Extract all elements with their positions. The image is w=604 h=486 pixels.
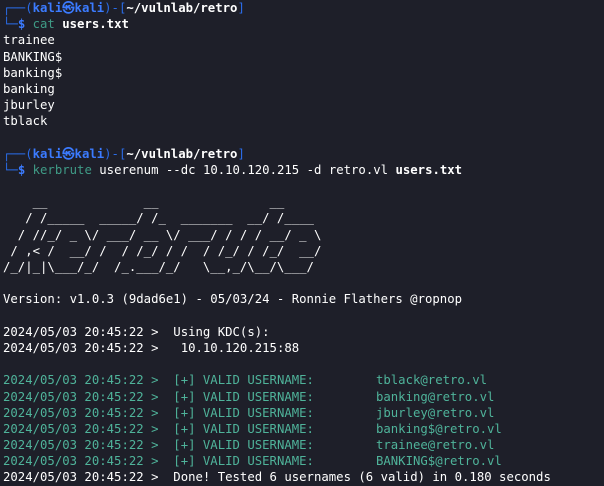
valid-username-line: 2024/05/03 20:45:22 > [+] VALID USERNAME…: [3, 389, 604, 405]
prompt-corner-bottom: └─: [3, 17, 18, 32]
command-arg: users.txt: [62, 17, 129, 32]
timestamp: 2024/05/03 20:45:22 >: [3, 373, 159, 388]
valid-label: [+] VALID USERNAME:: [158, 438, 314, 453]
output-line: trainee: [3, 33, 55, 48]
done-line: 2024/05/03 20:45:22 > Done! Tested 6 use…: [3, 469, 604, 485]
prompt-line-1: ┌──(kali㉿kali)-[~/vulnlab/retro]: [3, 0, 604, 16]
done-text: Done! Tested 6 usernames (6 valid) in 0.…: [158, 470, 551, 485]
valid-username-line: 2024/05/03 20:45:22 > [+] VALID USERNAME…: [3, 437, 604, 453]
prompt-bracket-close: ]: [237, 146, 245, 161]
valid-user: BANKING$@retro.vl: [375, 454, 502, 469]
prompt-corner-bottom: └─: [3, 162, 18, 177]
banner-line: /_/|_|\___/_/ /_.___/_/ \__,_/\__/\___/: [3, 260, 322, 274]
output-line: jburley: [3, 98, 55, 113]
valid-label: [+] VALID USERNAME:: [158, 373, 314, 388]
file-arg: users.txt: [395, 162, 463, 177]
prompt-corner-top: ┌──(: [3, 1, 33, 15]
terminal-window[interactable]: ┌──(kali㉿kali)-[~/vulnlab/retro] └─$ cat…: [0, 0, 604, 486]
prompt-corner-top: ┌──(: [3, 146, 33, 161]
command-line-1: └─$ cat users.txt: [3, 16, 604, 32]
output-line: tblack: [3, 114, 48, 129]
flag-d: -d: [306, 162, 322, 177]
timestamp: 2024/05/03 20:45:22 >: [3, 470, 159, 485]
output-line: banking: [3, 81, 55, 96]
domain-arg: retro.vl: [328, 162, 389, 177]
banner-line: / ,< / __/ / / /_/ / / / /_/ / /_/ __/: [3, 243, 322, 258]
timestamp: 2024/05/03 20:45:22 >: [3, 454, 159, 469]
valid-user: banking$@retro.vl: [375, 421, 502, 436]
command-name: kerbrute: [32, 162, 92, 177]
valid-label: [+] VALID USERNAME:: [158, 421, 314, 436]
valid-label: [+] VALID USERNAME:: [158, 405, 314, 420]
valid-label: [+] VALID USERNAME:: [158, 389, 314, 404]
kdc-text: Using KDC(s):: [158, 324, 270, 339]
timestamp: 2024/05/03 20:45:22 >: [3, 340, 159, 355]
prompt-dollar: $: [17, 17, 33, 32]
valid-username-line: 2024/05/03 20:45:22 > [+] VALID USERNAME…: [3, 421, 604, 437]
valid-user: jburley@retro.vl: [375, 405, 495, 420]
timestamp: 2024/05/03 20:45:22 >: [3, 324, 159, 339]
command-sub: userenum: [99, 162, 159, 177]
output-line: banking$: [3, 65, 63, 80]
timestamp: 2024/05/03 20:45:22 >: [3, 405, 159, 420]
prompt-line-2: ┌──(kali㉿kali)-[~/vulnlab/retro]: [3, 146, 604, 162]
valid-username-line: 2024/05/03 20:45:22 > [+] VALID USERNAME…: [3, 405, 604, 421]
banner-line: / /_____ _____/ /_ _______ __/ /____: [3, 211, 322, 226]
kdc-line: 2024/05/03 20:45:22 > Using KDC(s):: [3, 324, 604, 340]
prompt-path: ~/vulnlab/retro: [126, 1, 238, 15]
banner-line: __ __ __: [3, 195, 322, 210]
flag-dc: --dc: [165, 162, 196, 177]
version-line: Version: v1.0.3 (9dad6e1) - 05/03/24 - R…: [3, 292, 463, 307]
prompt-path: ~/vulnlab/retro: [126, 146, 238, 161]
prompt-user: kali㉿kali: [32, 146, 105, 161]
timestamp: 2024/05/03 20:45:22 >: [3, 438, 159, 453]
valid-user: tblack@retro.vl: [375, 373, 488, 388]
prompt-bracket: )-[: [104, 1, 127, 15]
valid-label: [+] VALID USERNAME:: [158, 454, 314, 469]
prompt-user: kali㉿kali: [32, 1, 105, 15]
valid-user: banking@retro.vl: [375, 389, 495, 404]
valid-username-line: 2024/05/03 20:45:22 > [+] VALID USERNAME…: [3, 453, 604, 469]
valid-username-line: 2024/05/03 20:45:22 > [+] VALID USERNAME…: [3, 372, 604, 388]
timestamp: 2024/05/03 20:45:22 >: [3, 389, 159, 404]
timestamp: 2024/05/03 20:45:22 >: [3, 421, 159, 436]
kdc-address: 10.10.120.215:88: [158, 340, 300, 355]
command-line-2: └─$ kerbrute userenum --dc 10.10.120.215…: [3, 162, 604, 178]
prompt-bracket-close: ]: [237, 1, 245, 15]
output-line: BANKING$: [3, 49, 63, 64]
command-name: cat: [32, 17, 55, 32]
kdc-line: 2024/05/03 20:45:22 > 10.10.120.215:88: [3, 340, 604, 356]
prompt-bracket: )-[: [104, 146, 127, 161]
prompt-dollar: $: [17, 162, 33, 177]
dc-ip: 10.10.120.215: [202, 162, 300, 177]
valid-user: trainee@retro.vl: [375, 438, 495, 453]
banner-line: / //_/ _ \/ ___/ __ \/ ___/ / / / __/ _ …: [3, 227, 322, 242]
